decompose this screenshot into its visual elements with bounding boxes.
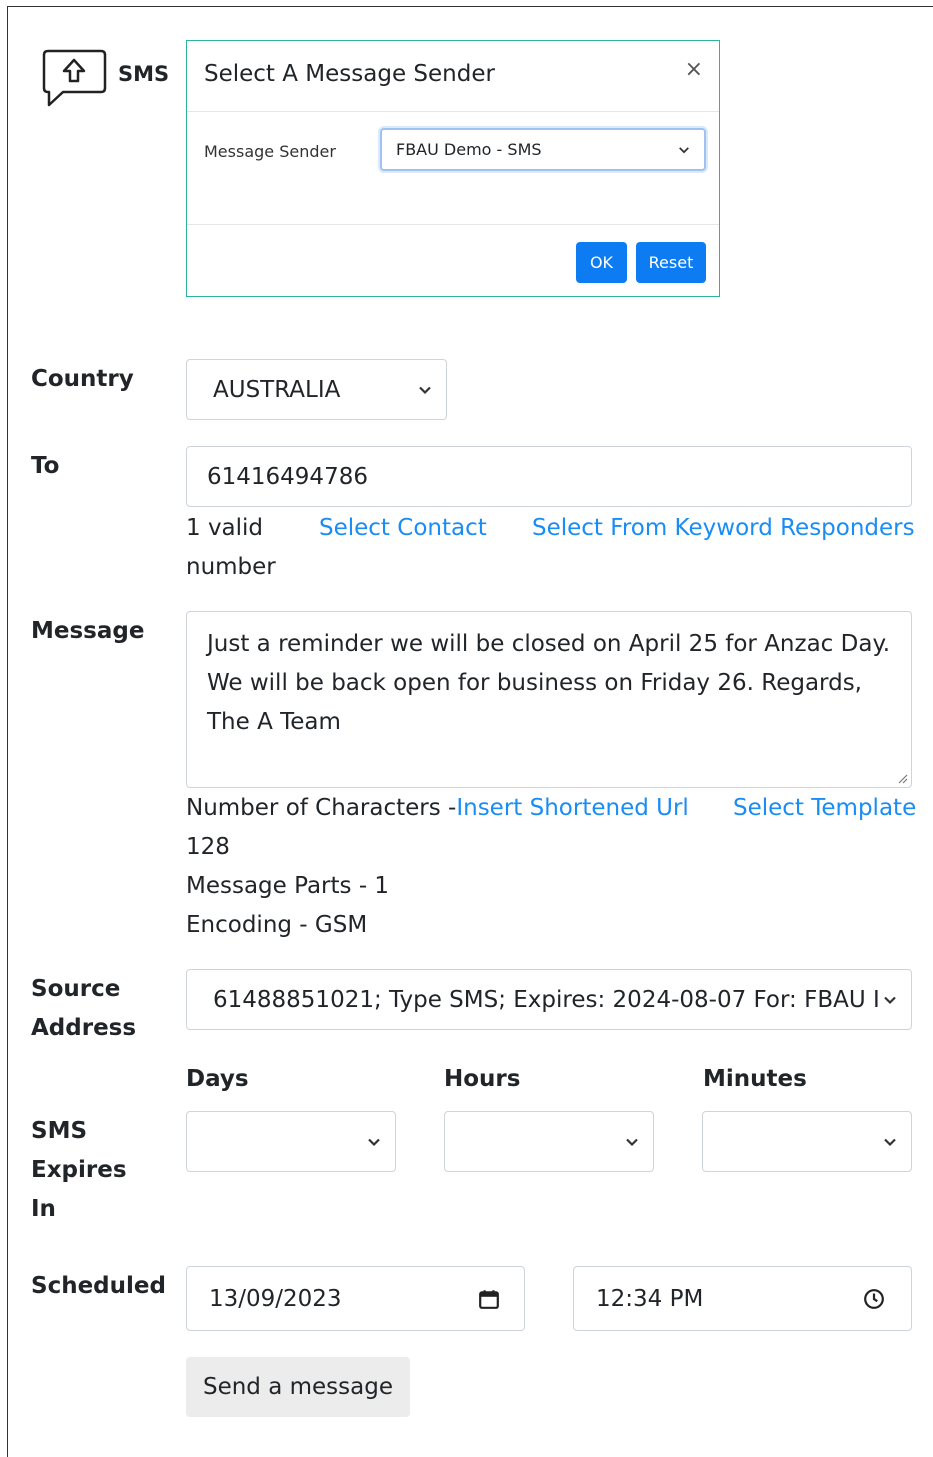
encoding: Encoding - GSM xyxy=(186,912,368,938)
to-input[interactable]: 61416494786 xyxy=(186,446,912,507)
sms-upload-icon xyxy=(42,49,107,107)
valid-count: 1 valid number xyxy=(186,515,276,580)
chevron-down-icon xyxy=(884,1138,896,1146)
date-input[interactable]: 13/09/2023 xyxy=(186,1266,525,1331)
to-value: 61416494786 xyxy=(207,463,368,490)
message-textarea[interactable]: Just a reminder we will be closed on Apr… xyxy=(186,611,912,788)
select-keyword-responders-link[interactable]: Select From Keyword Responders xyxy=(532,509,915,548)
app-name: SMS xyxy=(118,62,170,86)
country-value: AUSTRALIA xyxy=(213,376,341,403)
time-input[interactable]: 12:34 PM xyxy=(573,1266,912,1331)
source-address-value: 61488851021; Type SMS; Expires: 2024-08-… xyxy=(213,986,880,1013)
chevron-down-icon xyxy=(626,1138,638,1146)
calendar-icon[interactable] xyxy=(478,1288,500,1310)
message-label: Message xyxy=(31,618,145,644)
message-parts: Message Parts - 1 xyxy=(186,873,390,899)
message-text: Just a reminder we will be closed on Apr… xyxy=(207,631,891,735)
chevron-down-icon xyxy=(419,386,431,394)
chevron-down-icon xyxy=(679,146,689,153)
chars-value: 128 xyxy=(186,834,230,860)
days-label: Days xyxy=(186,1066,249,1092)
resize-handle-icon[interactable] xyxy=(896,772,908,784)
modal-title: Select A Message Sender xyxy=(204,61,495,87)
select-sender-modal: Select A Message Sender × Message Sender… xyxy=(186,40,720,297)
close-icon[interactable]: × xyxy=(685,59,703,81)
minutes-label: Minutes xyxy=(703,1066,807,1092)
country-select[interactable]: AUSTRALIA xyxy=(186,359,447,420)
scheduled-label: Scheduled xyxy=(31,1273,166,1299)
modal-divider xyxy=(187,224,719,225)
insert-shortened-url-link[interactable]: Insert Shortened Url xyxy=(456,795,688,821)
chevron-down-icon xyxy=(368,1138,380,1146)
date-value: 13/09/2023 xyxy=(209,1285,342,1312)
hours-select[interactable] xyxy=(444,1111,654,1172)
country-label: Country xyxy=(31,366,134,392)
days-select[interactable] xyxy=(186,1111,396,1172)
select-contact-link[interactable]: Select Contact xyxy=(319,509,487,548)
time-value: 12:34 PM xyxy=(596,1285,704,1312)
chevron-down-icon xyxy=(884,996,896,1004)
hours-label: Hours xyxy=(444,1066,521,1092)
ok-button[interactable]: OK xyxy=(576,242,627,283)
sms-expires-label: SMS Expires In xyxy=(31,1118,127,1222)
message-sender-value: FBAU Demo - SMS xyxy=(396,140,542,159)
chars-label: Number of Characters - xyxy=(186,795,457,821)
clock-icon[interactable] xyxy=(863,1288,885,1310)
message-sender-label: Message Sender xyxy=(204,142,336,161)
source-address-label: Source Address xyxy=(31,976,137,1041)
send-message-button[interactable]: Send a message xyxy=(186,1357,410,1417)
modal-divider xyxy=(187,111,719,112)
source-address-select[interactable]: 61488851021; Type SMS; Expires: 2024-08-… xyxy=(186,969,912,1030)
character-count: Number of Characters -Insert Shortened U… xyxy=(186,789,689,945)
message-sender-select[interactable]: FBAU Demo - SMS xyxy=(380,128,706,171)
select-template-link[interactable]: Select Template xyxy=(733,789,916,828)
to-label: To xyxy=(31,453,60,479)
reset-button[interactable]: Reset xyxy=(636,242,706,283)
minutes-select[interactable] xyxy=(702,1111,912,1172)
